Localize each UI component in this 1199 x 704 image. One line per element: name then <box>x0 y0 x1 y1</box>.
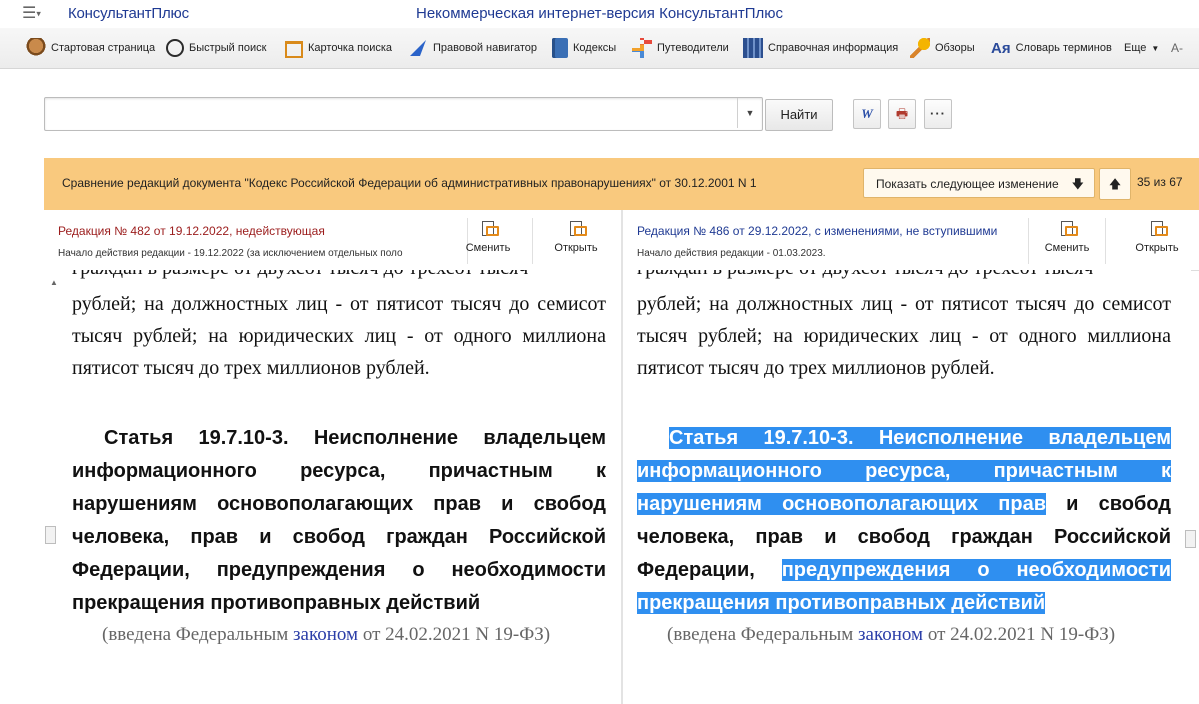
document-paragraph: рублей; на должностных лиц - от пятисот … <box>637 293 1171 379</box>
separator <box>1105 218 1106 264</box>
search-icon <box>166 39 184 57</box>
comparison-banner: Сравнение редакций документа "Кодекс Рос… <box>44 158 1199 210</box>
right-edition-start-date: Начало действия редакции - 01.03.2023. <box>637 248 826 259</box>
font-size-button[interactable]: A- <box>1171 36 1183 60</box>
toolbar-label: Обзоры <box>935 42 975 54</box>
word-icon: W <box>861 106 873 121</box>
toolbar-label: Правовой навигатор <box>433 42 537 54</box>
right-change-edition-button[interactable]: Сменить <box>1039 220 1095 254</box>
print-button[interactable]: 🖶 <box>888 99 916 129</box>
navigator-icon <box>410 40 426 56</box>
toolbar-reviews[interactable]: Обзоры <box>910 36 975 60</box>
comparison-title: Сравнение редакций документа "Кодекс Рос… <box>62 176 757 190</box>
change-edition-icon <box>1060 220 1078 236</box>
main-toolbar: Стартовая страница Быстрый поиск Карточк… <box>0 28 1199 69</box>
article-heading: Статья 19.7.10-3. Неисполнение владельце… <box>72 427 606 614</box>
export-word-button[interactable]: W <box>853 99 881 129</box>
right-edition-header: Редакция № 486 от 29.12.2022, с изменени… <box>623 210 1199 271</box>
law-link[interactable]: законом <box>293 624 358 645</box>
previous-change-button[interactable]: 🡅 <box>1099 168 1131 200</box>
toolbar-reference-info[interactable]: Справочная информация <box>743 36 898 60</box>
right-edition-title[interactable]: Редакция № 486 от 29.12.2022, с изменени… <box>637 224 1027 238</box>
search-card-icon <box>283 38 303 58</box>
button-label: Сменить <box>1044 242 1090 254</box>
caret-down-icon: ▼ <box>745 108 755 118</box>
cut-off-line: граждан в размере от двухсот тысяч до тр… <box>637 270 1171 284</box>
dictionary-icon: Ая <box>991 39 1011 57</box>
toolbar-label: Кодексы <box>573 42 617 54</box>
right-scrollbar-thumb[interactable] <box>1185 530 1196 548</box>
note-text: (введена Федеральным <box>102 624 294 645</box>
law-link[interactable]: законом <box>858 624 923 645</box>
toolbar-label: Словарь терминов <box>1015 42 1112 54</box>
toolbar-label: Путеводители <box>657 42 729 54</box>
toolbar-search-card[interactable]: Карточка поиска <box>283 36 392 60</box>
left-document-pane[interactable]: ▲ граждан в размере от двухсот тысяч до … <box>44 270 621 704</box>
home-icon <box>26 38 46 58</box>
scroll-up-arrow-icon[interactable]: ▲ <box>50 278 58 287</box>
toolbar-label: Карточка поиска <box>308 42 393 54</box>
button-label: Сменить <box>465 242 511 254</box>
toolbar-label: Стартовая страница <box>51 42 156 54</box>
arrow-down-icon: 🡇 <box>1071 177 1084 191</box>
note-text: (введена Федеральным <box>667 624 859 645</box>
amendment-note: (введена Федеральным законом от 24.02.20… <box>72 622 606 648</box>
search-history-dropdown[interactable]: ▼ <box>737 98 762 128</box>
right-document-pane[interactable]: граждан в размере от двухсот тысяч до тр… <box>623 270 1191 704</box>
left-change-edition-button[interactable]: Сменить <box>460 220 516 254</box>
open-document-icon <box>1150 220 1168 236</box>
guides-icon <box>632 38 652 58</box>
left-edition-start-date: Начало действия редакции - 19.12.2022 (з… <box>58 248 403 259</box>
change-edition-icon <box>481 220 499 236</box>
change-counter: 35 из 67 <box>1137 175 1183 189</box>
left-edition-title[interactable]: Редакция № 482 от 19.12.2022, недействую… <box>58 224 458 238</box>
reference-icon <box>743 38 763 58</box>
window-title: Некоммерческая интернет-версия Консульта… <box>415 5 784 22</box>
toolbar-more-menu[interactable]: Еще ▼ <box>1124 36 1159 60</box>
right-open-edition-button[interactable]: Открыть <box>1129 220 1185 254</box>
toolbar-label: Еще <box>1124 42 1147 54</box>
search-input[interactable] <box>45 98 735 128</box>
toolbar-legal-navigator[interactable]: Правовой навигатор <box>408 36 537 60</box>
toolbar-start-page[interactable]: Стартовая страница <box>26 36 155 60</box>
ellipsis-icon: ··· <box>930 106 946 121</box>
show-next-change-button[interactable]: Показать следующее изменение 🡇 <box>863 168 1095 198</box>
amendment-note: (введена Федеральным законом от 24.02.20… <box>637 622 1171 648</box>
toolbar-label: Справочная информация <box>768 42 899 54</box>
toolbar-codes[interactable]: Кодексы <box>552 36 616 60</box>
next-change-label: Показать следующее изменение <box>876 177 1059 191</box>
left-open-edition-button[interactable]: Открыть <box>548 220 604 254</box>
find-button[interactable]: Найти <box>765 99 833 131</box>
codes-icon <box>552 38 568 58</box>
button-label: Открыть <box>554 242 598 254</box>
toolbar-guides[interactable]: Путеводители <box>632 36 729 60</box>
separator <box>532 218 533 264</box>
toolbar-label: Быстрый поиск <box>189 42 267 54</box>
open-document-icon <box>569 220 587 236</box>
cut-off-line: граждан в размере от двухсот тысяч до тр… <box>72 270 606 284</box>
separator <box>1028 218 1029 264</box>
title-bar: ☰▾ КонсультантПлюс Некоммерческая интерн… <box>0 0 1199 28</box>
caret-down-icon: ▼ <box>1151 43 1160 53</box>
toolbar-dictionary[interactable]: Ая Словарь терминов <box>991 36 1112 60</box>
arrow-up-icon: 🡅 <box>1108 177 1122 191</box>
reviews-icon <box>910 38 930 58</box>
print-icon: 🖶 <box>895 106 909 121</box>
left-scrollbar-thumb[interactable] <box>45 526 56 544</box>
search-box: ▼ <box>44 97 763 131</box>
note-text: от 24.02.2021 N 19-ФЗ) <box>923 624 1116 645</box>
note-text: от 24.02.2021 N 19-ФЗ) <box>358 624 551 645</box>
article-heading: Статья 19.7.10-3. Неисполнение владельце… <box>637 422 1171 620</box>
toolbar-quick-search[interactable]: Быстрый поиск <box>166 36 266 60</box>
document-paragraph: рублей; на должностных лиц - от пятисот … <box>72 293 606 379</box>
left-edition-header: Редакция № 482 от 19.12.2022, недействую… <box>44 210 621 271</box>
button-label: Открыть <box>1135 242 1179 254</box>
more-actions-button[interactable]: ··· <box>924 99 952 129</box>
